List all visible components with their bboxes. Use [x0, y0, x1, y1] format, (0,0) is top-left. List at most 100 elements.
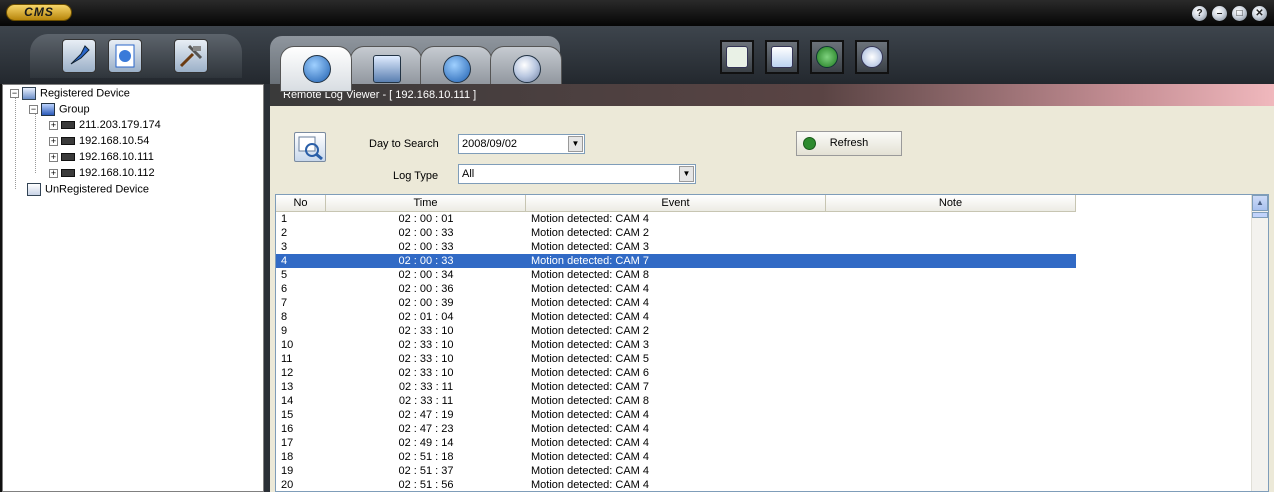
cell-no: 13: [281, 381, 294, 393]
tree-device-2[interactable]: +192.168.10.54: [49, 135, 149, 147]
column-note[interactable]: Note: [826, 195, 1076, 212]
table-row[interactable]: 16 02 : 47 : 23 Motion detected: CAM 4: [276, 422, 1076, 436]
column-no[interactable]: No: [276, 195, 326, 212]
tree-unregistered-label: UnRegistered Device: [45, 183, 149, 196]
cell-no: 16: [281, 423, 294, 435]
minimize-button[interactable]: –: [1212, 6, 1227, 21]
table-row[interactable]: 18 02 : 51 : 18 Motion detected: CAM 4: [276, 450, 1076, 464]
cell-event: Motion detected: CAM 5: [531, 353, 650, 365]
tree-device-1[interactable]: +211.203.179.174: [49, 119, 161, 131]
tree-device-4[interactable]: +192.168.10.112: [49, 167, 155, 179]
viewer-title: Remote Log Viewer - [ 192.168.10.111 ]: [270, 84, 1274, 106]
table-row[interactable]: 2 02 : 00 : 33 Motion detected: CAM 2: [276, 226, 1076, 240]
scroll-thumb[interactable]: [1252, 212, 1268, 218]
log-type-dropdown[interactable]: All ▼: [458, 164, 696, 184]
table-row[interactable]: 15 02 : 47 : 19 Motion detected: CAM 4: [276, 408, 1076, 422]
scroll-up-icon[interactable]: ▲: [1252, 195, 1268, 211]
chevron-down-icon[interactable]: ▼: [568, 136, 583, 152]
collapse-icon[interactable]: −: [29, 105, 38, 114]
table-row[interactable]: 10 02 : 33 : 10 Motion detected: CAM 3: [276, 338, 1076, 352]
tab-log-viewer[interactable]: [280, 46, 352, 92]
log-viewer-panel: Remote Log Viewer - [ 192.168.10.111 ] D…: [270, 84, 1274, 492]
cell-time: 02 : 33 : 10: [398, 367, 454, 379]
cell-no: 3: [281, 241, 288, 253]
day-to-search-dropdown[interactable]: 2008/09/02 ▼: [458, 134, 585, 154]
table-row[interactable]: 7 02 : 00 : 39 Motion detected: CAM 4: [276, 296, 1076, 310]
table-row[interactable]: 20 02 : 51 : 56 Motion detected: CAM 4: [276, 478, 1076, 491]
column-time[interactable]: Time: [326, 195, 526, 212]
cell-no: 15: [281, 409, 294, 421]
refresh-label: Refresh: [829, 137, 869, 149]
maximize-button[interactable]: □: [1232, 6, 1247, 21]
log-table: No Time Event Note 1 02 : 00 : 01 Motion d…: [275, 194, 1269, 492]
cell-no: 17: [281, 437, 294, 449]
expand-icon[interactable]: +: [49, 120, 58, 130]
device-config-icon[interactable]: [108, 39, 142, 73]
table-row[interactable]: 8 02 : 01 : 04 Motion detected: CAM 4: [276, 310, 1076, 324]
cell-time: 02 : 51 : 56: [398, 479, 454, 491]
chevron-down-icon[interactable]: ▼: [679, 166, 694, 182]
cell-no: 7: [281, 297, 288, 309]
tree-registered[interactable]: − Registered Device: [10, 87, 130, 100]
cell-event: Motion detected: CAM 3: [531, 241, 650, 253]
vertical-scrollbar[interactable]: ▲: [1251, 195, 1268, 491]
main-toolbar: [0, 26, 1274, 92]
cell-event: Motion detected: CAM 4: [531, 311, 650, 323]
table-row[interactable]: 13 02 : 33 : 11 Motion detected: CAM 7: [276, 380, 1076, 394]
table-row[interactable]: 4 02 : 00 : 33 Motion detected: CAM 7: [276, 254, 1076, 268]
cell-time: 02 : 00 : 01: [398, 213, 454, 225]
playback-icon: [443, 55, 471, 83]
cell-event: Motion detected: CAM 4: [531, 451, 650, 463]
left-toolbar-group: [30, 34, 242, 78]
cell-no: 2: [281, 227, 288, 239]
table-row[interactable]: 11 02 : 33 : 10 Motion detected: CAM 5: [276, 352, 1076, 366]
disc-search-icon: [861, 46, 883, 68]
event-chart-button[interactable]: [720, 40, 754, 74]
cell-time: 02 : 00 : 36: [398, 283, 454, 295]
table-row[interactable]: 12 02 : 33 : 10 Motion detected: CAM 6: [276, 366, 1076, 380]
disc-icon: [513, 55, 541, 83]
search-log-button[interactable]: [765, 40, 799, 74]
refresh-button[interactable]: Refresh: [796, 131, 902, 156]
expand-icon[interactable]: +: [49, 136, 58, 146]
table-body: 1 02 : 00 : 01 Motion detected: CAM 4 2 02 :…: [276, 212, 1076, 491]
table-row[interactable]: 17 02 : 49 : 14 Motion detected: CAM 4: [276, 436, 1076, 450]
table-row[interactable]: 1 02 : 00 : 01 Motion detected: CAM 4: [276, 212, 1076, 226]
cell-time: 02 : 00 : 33: [398, 227, 454, 239]
column-event[interactable]: Event: [526, 195, 826, 212]
close-button[interactable]: ✕: [1252, 6, 1267, 21]
dvr-icon: [61, 169, 75, 178]
cell-event: Motion detected: CAM 3: [531, 339, 650, 351]
cell-time: 02 : 33 : 11: [398, 395, 454, 407]
cell-time: 02 : 00 : 39: [398, 297, 454, 309]
dvr-icon: [61, 153, 75, 162]
day-to-search-label: Day to Search: [369, 138, 439, 150]
cell-time: 02 : 47 : 19: [398, 409, 454, 421]
backup-disc-button[interactable]: [855, 40, 889, 74]
cell-time: 02 : 00 : 34: [398, 269, 454, 281]
table-row[interactable]: 14 02 : 33 : 11 Motion detected: CAM 8: [276, 394, 1076, 408]
table-row[interactable]: 3 02 : 00 : 33 Motion detected: CAM 3: [276, 240, 1076, 254]
cell-event: Motion detected: CAM 6: [531, 367, 650, 379]
refresh-tool-button[interactable]: [810, 40, 844, 74]
tree-group[interactable]: − Group: [29, 103, 90, 116]
table-row[interactable]: 19 02 : 51 : 37 Motion detected: CAM 4: [276, 464, 1076, 478]
cell-time: 02 : 01 : 04: [398, 311, 454, 323]
cell-event: Motion detected: CAM 4: [531, 297, 650, 309]
collapse-icon[interactable]: −: [10, 89, 19, 98]
expand-icon[interactable]: +: [49, 152, 58, 162]
cell-no: 5: [281, 269, 288, 281]
tree-unregistered[interactable]: UnRegistered Device: [27, 183, 149, 196]
expand-icon[interactable]: +: [49, 168, 58, 178]
help-button[interactable]: ?: [1192, 6, 1207, 21]
pin-icon[interactable]: [62, 39, 96, 73]
cell-time: 02 : 33 : 10: [398, 325, 454, 337]
tools-icon[interactable]: [174, 39, 208, 73]
table-row[interactable]: 5 02 : 00 : 34 Motion detected: CAM 8: [276, 268, 1076, 282]
table-row[interactable]: 9 02 : 33 : 10 Motion detected: CAM 2: [276, 324, 1076, 338]
cell-event: Motion detected: CAM 4: [531, 465, 650, 477]
tree-device-3[interactable]: +192.168.10.111: [49, 151, 154, 163]
log-type-label: Log Type: [393, 170, 439, 182]
registered-device-icon: [22, 87, 36, 100]
table-row[interactable]: 6 02 : 00 : 36 Motion detected: CAM 4: [276, 282, 1076, 296]
